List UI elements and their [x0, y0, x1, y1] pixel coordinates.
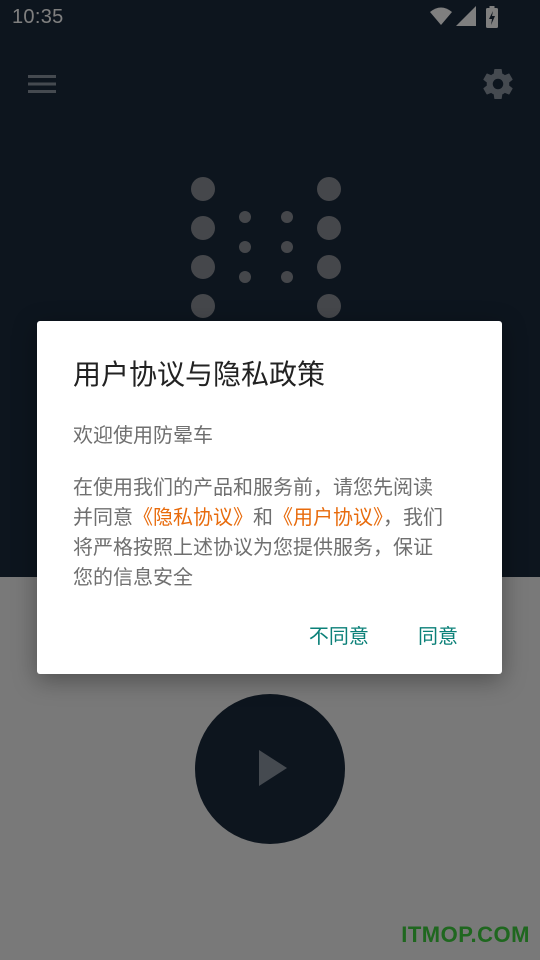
dialog-actions: 不同意 同意: [265, 620, 458, 650]
dialog-body: 在使用我们的产品和服务前，请您先阅读 并同意《隐私协议》和《用户协议》，我们 将…: [73, 472, 466, 594]
privacy-dialog: 用户协议与隐私政策 欢迎使用防晕车 在使用我们的产品和服务前，请您先阅读 并同意…: [37, 321, 502, 674]
body-line-2: 并同意《隐私协议》和《用户协议》，我们: [73, 502, 466, 532]
body-text-we: ，我们: [383, 505, 443, 529]
dialog-title: 用户协议与隐私政策: [73, 358, 326, 391]
privacy-policy-link[interactable]: 《隐私协议》: [133, 505, 253, 529]
body-text-and: 和: [253, 505, 273, 529]
body-line-1: 在使用我们的产品和服务前，请您先阅读: [73, 475, 433, 499]
agree-button[interactable]: 同意: [418, 620, 458, 649]
body-line-3: 将严格按照上述协议为您提供服务，保证: [73, 535, 433, 559]
body-line-4: 您的信息安全: [73, 565, 193, 589]
dialog-welcome-text: 欢迎使用防晕车: [73, 423, 213, 447]
body-text-agree-prefix: 并同意: [73, 505, 133, 529]
disagree-button[interactable]: 不同意: [309, 620, 369, 649]
user-agreement-link[interactable]: 《用户协议》: [273, 505, 383, 529]
